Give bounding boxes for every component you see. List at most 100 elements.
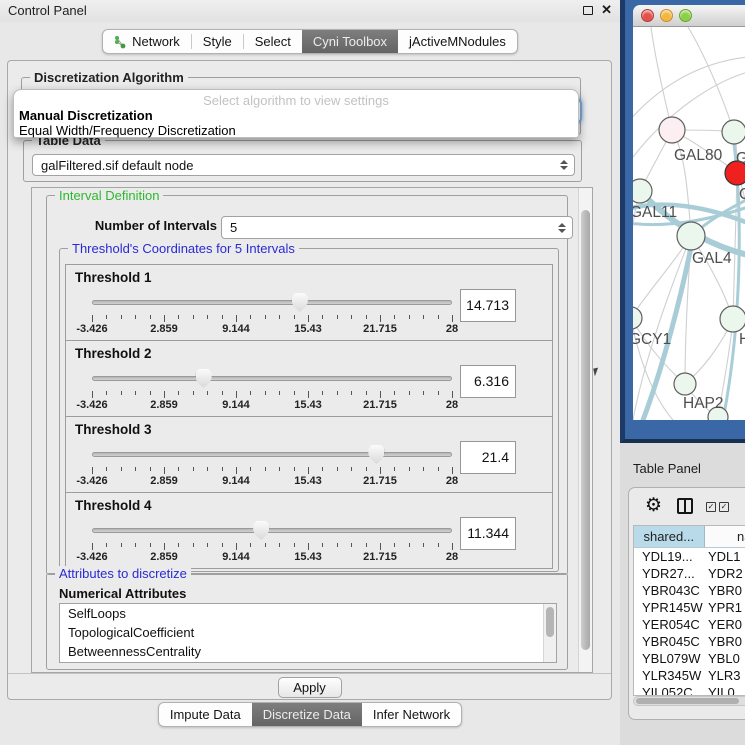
threshold-slider[interactable]: -3.4262.8599.14415.4321.71528 <box>92 291 452 339</box>
tick-mark <box>178 467 179 471</box>
cell-shared-name[interactable]: YBL079W <box>634 650 706 667</box>
table-data-combo[interactable]: galFiltered.sif default node <box>32 154 575 176</box>
threshold-slider[interactable]: -3.4262.8599.14415.4321.71528 <box>92 367 452 415</box>
tick-mark <box>337 543 338 547</box>
slider-thumb[interactable] <box>292 293 308 312</box>
cell-shared-name[interactable]: YBR043C <box>634 582 706 599</box>
cell-name[interactable]: YDL1 <box>706 548 745 565</box>
slider-track[interactable] <box>92 528 452 533</box>
table-row[interactable]: YDL19...YDL1 <box>634 548 745 565</box>
cell-shared-name[interactable]: YIL052C <box>634 684 706 696</box>
cell-name[interactable]: YLR3 <box>706 667 745 684</box>
dropdown-item-manual[interactable]: Manual Discretization <box>14 108 578 123</box>
slider-track[interactable] <box>92 376 452 381</box>
cell-name[interactable]: YDR2 <box>706 565 745 582</box>
cell-name[interactable]: YBR0 <box>706 633 745 650</box>
control-panel-window: Control Panel ✕ NetworkStyleSelectCyni T… <box>0 0 620 745</box>
numerical-attributes-list[interactable]: SelfLoopsTopologicalCoefficientBetweenne… <box>59 603 557 663</box>
slider-track[interactable] <box>92 300 452 305</box>
network-node-gal4[interactable] <box>677 222 705 250</box>
threshold-value-field[interactable]: 11.344 <box>460 517 516 550</box>
table-row[interactable]: YDR27...YDR2 <box>634 565 745 582</box>
minimize-traffic-light-icon[interactable] <box>660 9 673 22</box>
tab-select[interactable]: Select <box>244 30 302 53</box>
apply-button[interactable]: Apply <box>278 677 342 698</box>
cell-shared-name[interactable]: YPR145W <box>634 599 706 616</box>
cell-name[interactable]: YBL0 <box>706 650 745 667</box>
float-window-icon[interactable] <box>583 6 593 15</box>
threshold-value-field[interactable]: 21.4 <box>460 441 516 474</box>
cell-name[interactable]: YBR0 <box>706 582 745 599</box>
attribute-list-item[interactable]: TopologicalCoefficient <box>60 623 556 642</box>
network-node-gal80[interactable] <box>659 117 685 143</box>
bottom-tab-infer-network[interactable]: Infer Network <box>362 703 461 726</box>
cell-shared-name[interactable]: YLR345W <box>634 667 706 684</box>
attribute-list-item[interactable]: BetweennessCentrality <box>60 642 556 661</box>
tick-mark <box>106 467 107 471</box>
tab-jactivemnodules[interactable]: jActiveMNodules <box>398 30 517 53</box>
network-node-h[interactable] <box>720 306 745 332</box>
cell-shared-name[interactable]: YDR27... <box>634 565 706 582</box>
thresholds-group: Threshold's Coordinates for 5 Intervals … <box>59 248 559 572</box>
dropdown-item-equal-width[interactable]: Equal Width/Frequency Discretization <box>14 123 578 138</box>
tick-mark <box>366 391 367 395</box>
checkbox-checked-icon[interactable]: ✓ <box>706 502 716 512</box>
scrollbar-thumb[interactable] <box>636 698 739 704</box>
network-node-gal11[interactable] <box>633 179 652 203</box>
table-row[interactable]: YER054CYER0 <box>634 616 745 633</box>
zoom-traffic-light-icon[interactable] <box>679 9 692 22</box>
network-node-ga[interactable] <box>722 120 745 144</box>
table-row[interactable]: YIL052CYIL0 <box>634 684 745 696</box>
table-row[interactable]: YLR345WYLR3 <box>634 667 745 684</box>
tab-network[interactable]: Network <box>103 30 191 53</box>
tick-mark <box>193 391 194 395</box>
column-header-shared-name[interactable]: shared... <box>634 526 705 547</box>
node-table[interactable]: shared... na YDL19...YDL1YDR27...YDR2YBR… <box>633 525 745 696</box>
group-title: Interval Definition <box>55 188 163 203</box>
bottom-tab-impute-data[interactable]: Impute Data <box>159 703 252 726</box>
tick-mark <box>222 467 223 471</box>
cell-name[interactable]: YIL0 <box>706 684 745 696</box>
slider-thumb[interactable] <box>253 521 269 540</box>
attribute-list-item[interactable]: SelfLoops <box>60 604 556 623</box>
table-row[interactable]: YPR145WYPR1 <box>634 599 745 616</box>
bottom-tab-discretize-data[interactable]: Discretize Data <box>252 703 362 726</box>
cell-shared-name[interactable]: YBR045C <box>634 633 706 650</box>
table-row[interactable]: YBR043CYBR0 <box>634 582 745 599</box>
slider-thumb[interactable] <box>368 445 384 464</box>
checkbox-checked-icon[interactable]: ✓ <box>719 502 729 512</box>
table-row[interactable]: YBR045CYBR0 <box>634 633 745 650</box>
vertical-scrollbar[interactable] <box>578 188 592 672</box>
tick-mark <box>438 543 439 547</box>
cell-name[interactable]: YER0 <box>706 616 745 633</box>
cell-shared-name[interactable]: YDL19... <box>634 548 706 565</box>
gear-icon[interactable]: ⚙ <box>645 494 662 517</box>
threshold-slider[interactable]: -3.4262.8599.14415.4321.71528 <box>92 443 452 491</box>
horizontal-scrollbar[interactable] <box>633 696 745 706</box>
tick-mark <box>236 467 237 474</box>
network-window: GAL80GACGAL11GAL4GCY1HHAP2 <box>633 5 745 420</box>
network-node-hap2[interactable] <box>674 373 696 395</box>
threshold-panel: Threshold 1 -3.4262.8599.14415.4321.7152… <box>65 264 553 341</box>
tab-cyni-toolbox[interactable]: Cyni Toolbox <box>302 30 398 53</box>
table-row[interactable]: YBL079WYBL0 <box>634 650 745 667</box>
list-scrollbar[interactable] <box>543 604 556 662</box>
network-node-gcy1[interactable] <box>633 307 642 329</box>
number-of-intervals-combo[interactable]: 5 <box>221 216 573 239</box>
columns-icon[interactable] <box>677 498 693 514</box>
threshold-value-field[interactable]: 14.713 <box>460 289 516 322</box>
tick-mark <box>150 467 151 471</box>
column-header-name[interactable]: na <box>705 526 745 547</box>
threshold-slider[interactable]: -3.4262.8599.14415.4321.71528 <box>92 519 452 567</box>
tab-style[interactable]: Style <box>192 30 243 53</box>
slider-track[interactable] <box>92 452 452 457</box>
slider-thumb[interactable] <box>196 369 212 388</box>
network-canvas[interactable]: GAL80GACGAL11GAL4GCY1HHAP2 <box>633 27 745 420</box>
cell-name[interactable]: YPR1 <box>706 599 745 616</box>
cell-shared-name[interactable]: YER054C <box>634 616 706 633</box>
scrollbar-thumb[interactable] <box>581 210 590 650</box>
close-icon[interactable]: ✕ <box>601 2 612 18</box>
scrollbar-thumb[interactable] <box>546 607 554 637</box>
close-traffic-light-icon[interactable] <box>641 9 654 22</box>
threshold-value-field[interactable]: 6.316 <box>460 365 516 398</box>
